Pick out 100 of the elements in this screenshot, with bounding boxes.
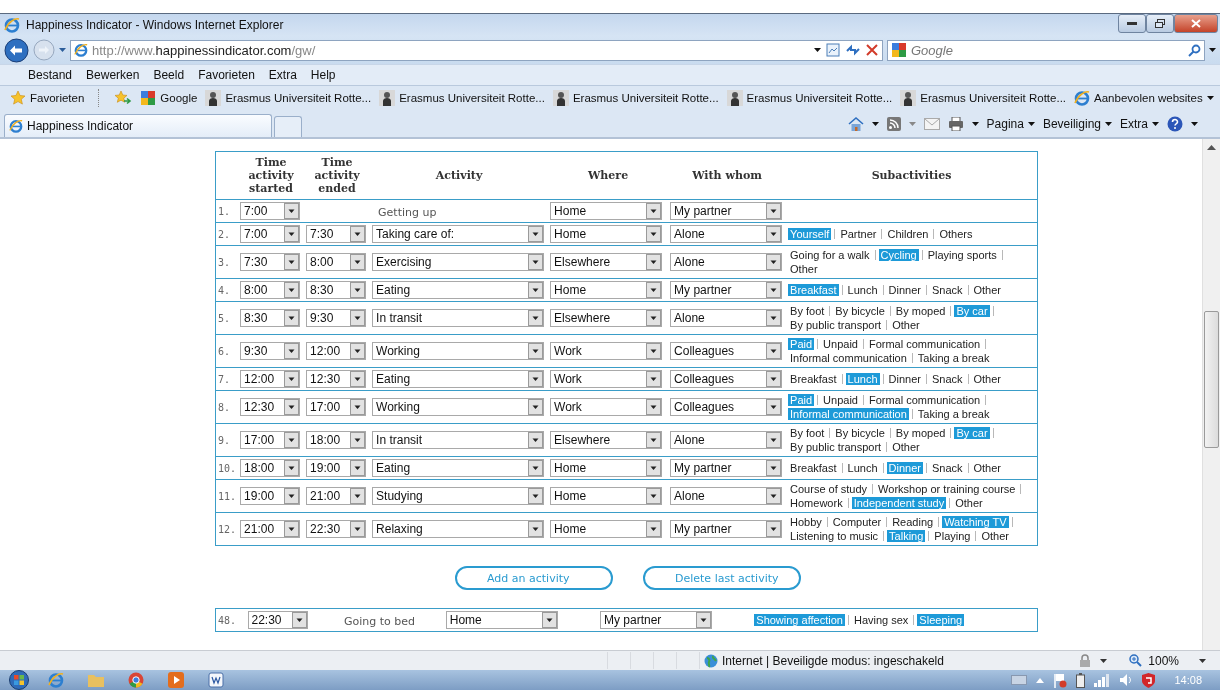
subactivity-option[interactable]: Snack: [929, 284, 965, 296]
zoom-level[interactable]: 100%: [1148, 653, 1179, 668]
dropdown-field[interactable]: My partner: [670, 281, 783, 299]
subactivity-option[interactable]: Breakfast: [788, 373, 839, 385]
minimize-button[interactable]: [1118, 14, 1146, 33]
subactivity-option[interactable]: Snack: [929, 373, 965, 385]
subactivity-option[interactable]: Other: [971, 373, 1003, 385]
dropdown-field[interactable]: My partner: [670, 459, 783, 477]
command-menu[interactable]: Pagina: [986, 117, 1035, 131]
subactivity-option[interactable]: By bicycle: [833, 305, 887, 317]
dropdown-field[interactable]: 22:30: [247, 611, 308, 629]
zoom-icon[interactable]: [1129, 654, 1143, 667]
dropdown-field[interactable]: Work: [550, 398, 663, 416]
dropdown-field[interactable]: 8:00: [306, 253, 367, 271]
dropdown-field[interactable]: Relaxing: [372, 520, 545, 538]
subactivity-option[interactable]: Formal communication: [866, 338, 983, 350]
dropdown-field[interactable]: 17:00: [306, 398, 367, 416]
dropdown-field[interactable]: Home: [445, 611, 558, 629]
dropdown-field[interactable]: Alone: [670, 431, 783, 449]
subactivity-option[interactable]: Snack: [929, 462, 965, 474]
subactivity-option[interactable]: Computer: [830, 516, 884, 528]
subactivity-option[interactable]: Taking a break: [915, 352, 992, 364]
subactivity-option[interactable]: Having sex: [851, 614, 911, 626]
subactivity-option[interactable]: Workshop or training course: [876, 483, 1018, 495]
favorite-link[interactable]: Erasmus Universiteit Rotte...: [900, 90, 1067, 106]
subactivity-option[interactable]: Dinner: [886, 373, 923, 385]
compatibility-view-icon[interactable]: [825, 42, 841, 58]
dropdown-field[interactable]: 9:30: [240, 342, 301, 360]
dropdown-field[interactable]: Studying: [372, 487, 545, 505]
menu-item[interactable]: Extra: [268, 68, 297, 82]
command-menu[interactable]: Extra: [1120, 117, 1159, 131]
dropdown-field[interactable]: Eating: [372, 370, 545, 388]
dropdown-field[interactable]: 9:30: [306, 309, 367, 327]
dropdown-field[interactable]: 7:30: [306, 225, 367, 243]
subactivity-option[interactable]: By foot: [788, 427, 827, 439]
subactivity-option[interactable]: Hobby: [788, 516, 824, 528]
dropdown-field[interactable]: Working: [372, 342, 545, 360]
dropdown-field[interactable]: 12:00: [306, 342, 367, 360]
dropdown-field[interactable]: My partner: [670, 520, 783, 538]
subactivity-option[interactable]: Playing: [932, 530, 973, 542]
command-menu[interactable]: Beveiliging: [1042, 117, 1112, 131]
dropdown-field[interactable]: Elsewhere: [550, 253, 663, 271]
stop-icon[interactable]: [865, 43, 879, 57]
dropdown-field[interactable]: Home: [550, 202, 663, 220]
menu-item[interactable]: Help: [310, 68, 336, 82]
dropdown-field[interactable]: 21:00: [240, 520, 301, 538]
dropdown-field[interactable]: Alone: [670, 253, 783, 271]
home-icon[interactable]: [847, 116, 864, 132]
dropdown-field[interactable]: Alone: [670, 309, 783, 327]
restore-button[interactable]: [1146, 14, 1174, 33]
subactivity-option[interactable]: By moped: [893, 427, 948, 439]
dropdown-field[interactable]: 7:00: [240, 202, 301, 220]
subactivity-option[interactable]: By foot: [788, 305, 827, 317]
favorite-link[interactable]: Google: [140, 90, 198, 106]
subactivity-option[interactable]: Lunch: [845, 284, 880, 296]
dropdown-field[interactable]: Alone: [670, 225, 783, 243]
dropdown-field[interactable]: Home: [550, 225, 663, 243]
menu-item[interactable]: Beeld: [153, 68, 185, 82]
refresh-icon[interactable]: [845, 42, 861, 58]
dropdown-field[interactable]: Alone: [670, 487, 783, 505]
back-button[interactable]: [4, 37, 29, 63]
menu-item[interactable]: Bewerken: [86, 68, 140, 82]
subactivity-option[interactable]: By moped: [893, 305, 948, 317]
dropdown-field[interactable]: 18:00: [240, 459, 301, 477]
dropdown-field[interactable]: My partner: [600, 611, 712, 629]
shield-icon[interactable]: [1142, 672, 1156, 688]
subactivity-option[interactable]: Children: [885, 228, 931, 240]
subactivity-option[interactable]: Homework: [788, 497, 845, 509]
add-favorite-icon[interactable]: [114, 90, 133, 106]
dropdown-field[interactable]: 19:00: [306, 459, 367, 477]
speaker-icon[interactable]: [1119, 673, 1134, 687]
browser-tab[interactable]: Happiness Indicator: [4, 114, 272, 137]
dropdown-field[interactable]: 19:00: [240, 487, 301, 505]
favorite-link[interactable]: Erasmus Universiteit Rotte...: [379, 90, 545, 106]
dropdown-field[interactable]: 12:30: [240, 398, 301, 416]
subactivity-option[interactable]: Other: [971, 462, 1003, 474]
subactivity-option[interactable]: Dinner: [886, 284, 923, 296]
show-hidden-icons-icon[interactable]: [1036, 677, 1045, 683]
subactivity-option[interactable]: Others: [937, 228, 975, 240]
dropdown-field[interactable]: 12:00: [240, 370, 301, 388]
subactivity-option[interactable]: Partner: [838, 228, 879, 240]
dropdown-field[interactable]: Working: [372, 398, 545, 416]
dropdown-field[interactable]: 17:00: [240, 431, 301, 449]
subactivity-option[interactable]: Unpaid: [821, 394, 860, 406]
flag-icon[interactable]: [1053, 672, 1068, 688]
subactivity-option[interactable]: By public transport: [788, 441, 884, 453]
subactivity-option[interactable]: Course of study: [788, 483, 870, 495]
subactivity-option[interactable]: Breakfast: [788, 462, 839, 474]
menu-item[interactable]: Favorieten: [198, 68, 255, 82]
subactivity-option[interactable]: Listening to music: [788, 530, 881, 542]
favorites-button[interactable]: Favorieten: [10, 90, 85, 106]
subactivity-option[interactable]: Taking a break: [915, 408, 992, 420]
subactivity-option[interactable]: By public transport: [788, 319, 884, 331]
dropdown-field[interactable]: Elsewhere: [550, 431, 663, 449]
dropdown-field[interactable]: Exercising: [372, 253, 545, 271]
dropdown-field[interactable]: Colleagues: [670, 342, 783, 360]
subactivity-option[interactable]: Unpaid: [821, 338, 860, 350]
dropdown-field[interactable]: Work: [550, 342, 663, 360]
dropdown-field[interactable]: Home: [550, 487, 663, 505]
dropdown-field[interactable]: 7:00: [240, 225, 301, 243]
